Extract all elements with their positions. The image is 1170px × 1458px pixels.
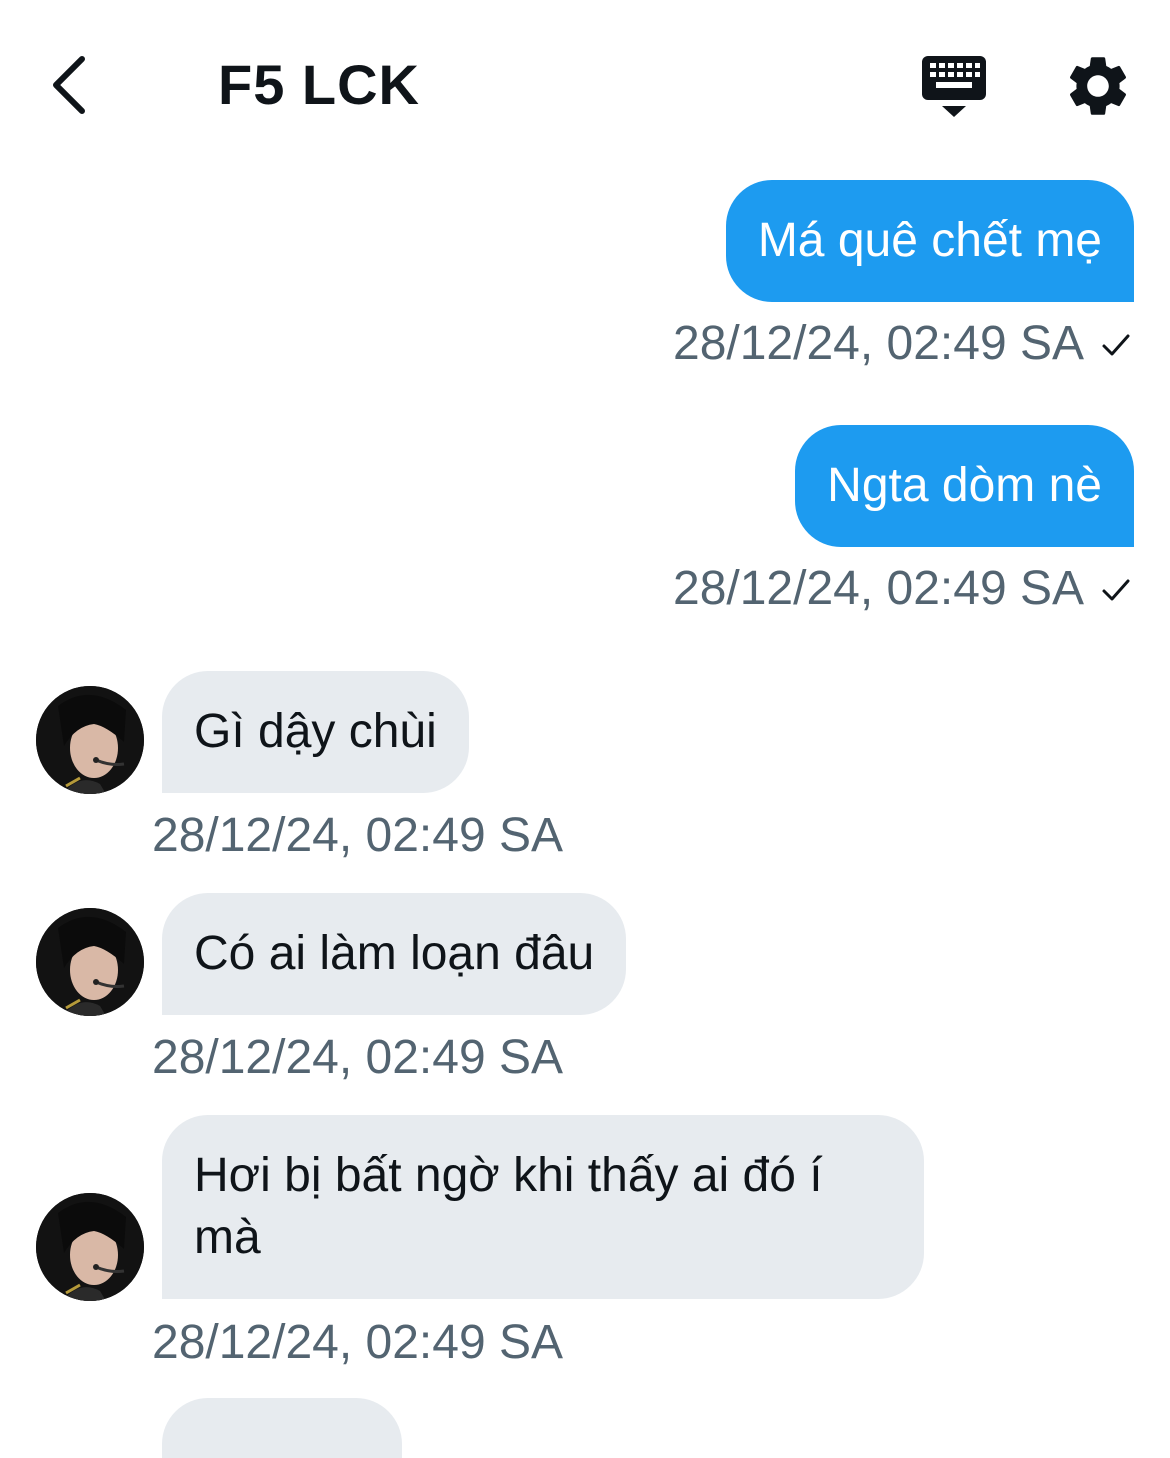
message-thread: Má quê chết mẹ 28/12/24, 02:49 SA Ngta d… — [0, 0, 1170, 1458]
avatar[interactable] — [36, 1193, 144, 1301]
avatar[interactable] — [36, 908, 144, 1016]
checkmark-icon — [1102, 579, 1130, 601]
timestamp-text: 28/12/24, 02:49 SA — [673, 562, 1084, 615]
checkmark-icon — [1102, 334, 1130, 356]
incoming-message-bubble[interactable]: Có ai làm loạn đâu — [162, 893, 627, 1015]
message-text: Có ai làm loạn đâu — [194, 927, 595, 980]
avatar-image — [36, 686, 144, 794]
message-text: Má quê chết mẹ — [757, 214, 1102, 267]
message-timestamp: 28/12/24, 02:49 SA — [152, 1031, 563, 1084]
avatar-image — [36, 1193, 144, 1301]
avatar[interactable] — [36, 686, 144, 794]
message-timestamp: 28/12/24, 02:49 SA — [152, 1316, 563, 1369]
message-text: Gì dậy chùi — [194, 705, 437, 758]
incoming-message-bubble[interactable]: Gì dậy chùi — [162, 671, 469, 793]
incoming-message-bubble-partial[interactable] — [162, 1398, 402, 1458]
message-timestamp: 28/12/24, 02:49 SA — [673, 561, 1134, 617]
message-text: Ngta dòm nè — [827, 459, 1102, 512]
outgoing-message-bubble[interactable]: Má quê chết mẹ — [725, 180, 1134, 302]
message-text: Hơi bị bất ngờ khi thấy ai đó í mà — [194, 1149, 823, 1264]
message-timestamp: 28/12/24, 02:49 SA — [673, 316, 1134, 372]
message-timestamp: 28/12/24, 02:49 SA — [152, 809, 563, 862]
avatar-image — [36, 908, 144, 1016]
outgoing-message-bubble[interactable]: Ngta dòm nè — [795, 425, 1134, 547]
incoming-message-bubble[interactable]: Hơi bị bất ngờ khi thấy ai đó í mà — [162, 1115, 924, 1299]
timestamp-text: 28/12/24, 02:49 SA — [673, 317, 1084, 370]
